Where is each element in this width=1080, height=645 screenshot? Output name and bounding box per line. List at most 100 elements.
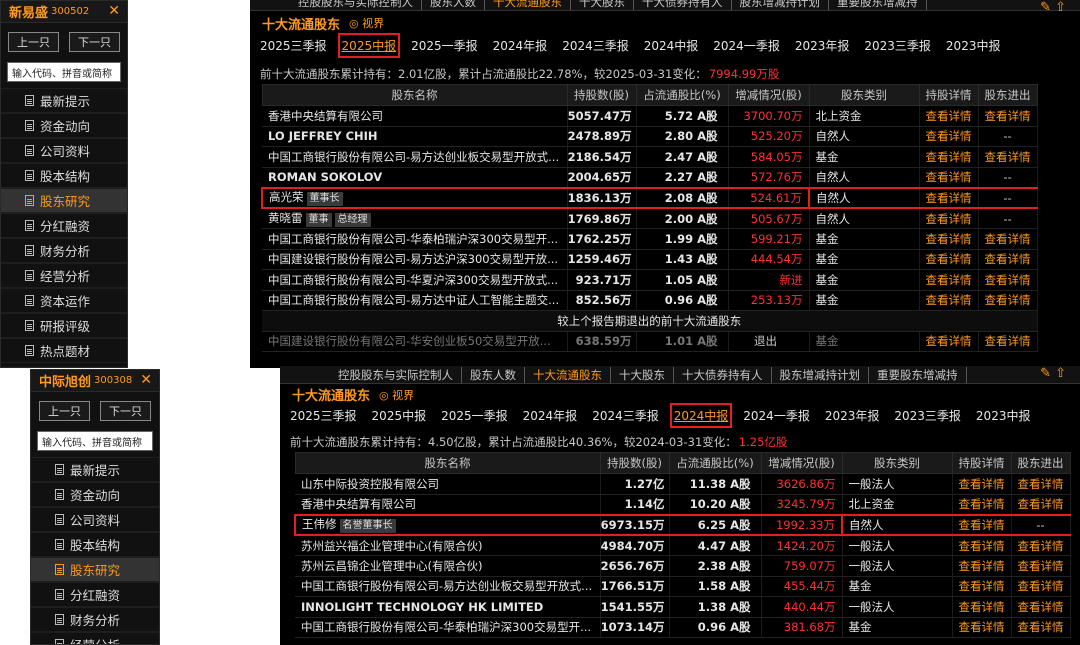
sidebar-item[interactable]: 股东研究 — [1, 188, 127, 213]
period-tab[interactable]: 2023年报 — [795, 37, 850, 54]
sidebar-item[interactable]: 最新提示 — [1, 88, 127, 113]
tab-item[interactable]: 十大股东 — [571, 0, 634, 10]
sidebar-item[interactable]: 公司资料 — [31, 507, 159, 532]
tab-item[interactable]: 股东人数 — [462, 366, 525, 383]
flow-link[interactable]: 查看详情 — [1011, 535, 1071, 556]
flow-link[interactable]: 查看详情 — [1011, 596, 1071, 618]
eye-icon[interactable]: ◎ 视界 — [349, 15, 384, 31]
detail-link[interactable]: 查看详情 — [919, 228, 979, 250]
sidebar-item[interactable]: 分红融资 — [1, 213, 127, 238]
detail-link[interactable]: 查看详情 — [952, 473, 1012, 495]
sidebar-item[interactable]: 经营分析 — [1, 263, 127, 288]
detail-link[interactable]: 查看详情 — [919, 146, 979, 168]
sidebar-item[interactable]: 公司资料 — [1, 138, 127, 163]
tab-item[interactable]: 十大股东 — [611, 366, 674, 383]
flow-link[interactable]: 查看详情 — [978, 269, 1038, 291]
next-stock-button[interactable]: 下一只 — [69, 32, 120, 52]
period-tab[interactable]: 2025三季报 — [260, 37, 327, 54]
tab-item[interactable]: 股东增减持计划 — [732, 0, 829, 10]
flow-link[interactable]: 查看详情 — [1011, 576, 1071, 597]
detail-link[interactable]: 查看详情 — [952, 555, 1012, 577]
tab-item[interactable]: 控股股东与实际控制人 — [290, 0, 422, 10]
close-icon[interactable]: ✕ — [140, 372, 152, 388]
period-tab[interactable]: 2023中报 — [946, 37, 1001, 54]
sidebar-item[interactable]: 股东研究 — [31, 557, 159, 582]
period-tab[interactable]: 2023三季报 — [894, 407, 961, 424]
period-tab[interactable]: 2024中报 — [644, 37, 699, 54]
detail-link[interactable]: 查看详情 — [952, 617, 1012, 638]
flow-link[interactable]: 查看详情 — [1011, 494, 1071, 515]
detail-link[interactable]: 查看详情 — [952, 576, 1012, 597]
tab-item[interactable]: 十大债券持有人 — [674, 366, 772, 383]
column-header: 持股数(股) — [599, 452, 670, 474]
detail-link[interactable]: 查看详情 — [919, 208, 979, 229]
period-tab[interactable]: 2024中报 — [669, 402, 733, 428]
period-tab[interactable]: 2025一季报 — [411, 37, 478, 54]
sidebar-item[interactable]: 资金动向 — [31, 482, 159, 507]
tab-item[interactable]: 重要股东增减持 — [869, 366, 967, 383]
period-tab[interactable]: 2024年报 — [493, 37, 548, 54]
sidebar-item[interactable]: 研报评级 — [1, 313, 127, 338]
sidebar-item[interactable]: 财务分析 — [1, 238, 127, 263]
tab-item[interactable]: 十大流通股东 — [485, 0, 571, 10]
period-tab[interactable]: 2024一季报 — [713, 37, 780, 54]
tab-item[interactable]: 股东人数 — [422, 0, 485, 10]
detail-link[interactable]: 查看详情 — [952, 535, 1012, 556]
period-tab[interactable]: 2024年报 — [523, 407, 578, 424]
flow-link[interactable]: 查看详情 — [978, 331, 1038, 352]
sidebar-item[interactable]: 热点题材 — [1, 338, 127, 363]
detail-link[interactable]: 查看详情 — [952, 596, 1012, 618]
period-tab[interactable]: 2024三季报 — [562, 37, 629, 54]
eye-icon[interactable]: ◎ 视界 — [379, 387, 414, 403]
prev-stock-button[interactable]: 上一只 — [8, 32, 59, 52]
toolbar-icons[interactable]: ✎ ⇧ — [1032, 0, 1074, 15]
period-tab[interactable]: 2025一季报 — [441, 407, 508, 424]
detail-link[interactable]: 查看详情 — [952, 494, 1012, 515]
detail-link[interactable]: 查看详情 — [919, 249, 979, 270]
tab-item[interactable]: 股东增减持计划 — [772, 366, 869, 383]
period-tab[interactable]: 2023中报 — [976, 407, 1031, 424]
flow-link[interactable]: 查看详情 — [978, 290, 1038, 311]
period-tab[interactable]: 2023年报 — [825, 407, 880, 424]
detail-link[interactable]: 查看详情 — [919, 331, 979, 352]
period-tab[interactable]: 2025中报 — [337, 32, 401, 58]
detail-link[interactable]: 查看详情 — [952, 513, 1012, 536]
tab-item[interactable]: 十大债券持有人 — [634, 0, 732, 10]
sidebar-item[interactable]: 经营分析 — [31, 632, 159, 644]
flow-link[interactable]: 查看详情 — [978, 105, 1038, 127]
tab-item[interactable]: 重要股东增减持 — [829, 0, 927, 10]
sidebar-item[interactable]: 股本结构 — [1, 163, 127, 188]
sidebar-item[interactable]: 资本运作 — [1, 288, 127, 313]
sidebar-item[interactable]: 财务分析 — [31, 607, 159, 632]
next-stock-button[interactable]: 下一只 — [100, 401, 151, 421]
flow-link[interactable]: 查看详情 — [1011, 473, 1071, 495]
prev-stock-button[interactable]: 上一只 — [39, 401, 90, 421]
period-tab[interactable]: 2025中报 — [372, 407, 427, 424]
flow-link[interactable]: 查看详情 — [978, 249, 1038, 270]
toolbar-icons[interactable]: ✎ ⇧ — [1032, 366, 1074, 381]
search-input[interactable]: 输入代码、拼音或简称 — [37, 431, 153, 451]
sidebar-item[interactable]: 股本结构 — [31, 532, 159, 557]
detail-link[interactable]: 查看详情 — [919, 126, 979, 147]
flow-link[interactable]: 查看详情 — [1011, 617, 1071, 638]
sidebar-item[interactable]: 分红融资 — [31, 582, 159, 607]
detail-link[interactable]: 查看详情 — [919, 167, 979, 188]
sidebar-item[interactable]: 资金动向 — [1, 113, 127, 138]
period-tab[interactable]: 2024一季报 — [743, 407, 810, 424]
period-tab[interactable]: 2024三季报 — [592, 407, 659, 424]
flow-link[interactable]: 查看详情 — [978, 228, 1038, 250]
period-tab[interactable]: 2023三季报 — [864, 37, 931, 54]
flow-link[interactable]: 查看详情 — [978, 146, 1038, 168]
flow-link[interactable]: 查看详情 — [1011, 555, 1071, 577]
detail-link[interactable]: 查看详情 — [919, 105, 979, 127]
detail-link[interactable]: 查看详情 — [919, 290, 979, 311]
detail-link[interactable]: 查看详情 — [919, 186, 979, 209]
period-tab[interactable]: 2025三季报 — [290, 407, 357, 424]
tab-item[interactable]: 十大流通股东 — [525, 366, 611, 383]
close-icon[interactable]: ✕ — [108, 3, 120, 19]
tab-item[interactable]: 控股股东与实际控制人 — [330, 366, 462, 383]
search-input[interactable]: 输入代码、拼音或简称 — [7, 62, 121, 82]
table-row: 中国工商银行股份有限公司-华泰柏瑞沪深300交易型开... 1762.25万 1.9… — [262, 228, 1038, 250]
detail-link[interactable]: 查看详情 — [919, 269, 979, 291]
sidebar-item[interactable]: 最新提示 — [31, 457, 159, 482]
